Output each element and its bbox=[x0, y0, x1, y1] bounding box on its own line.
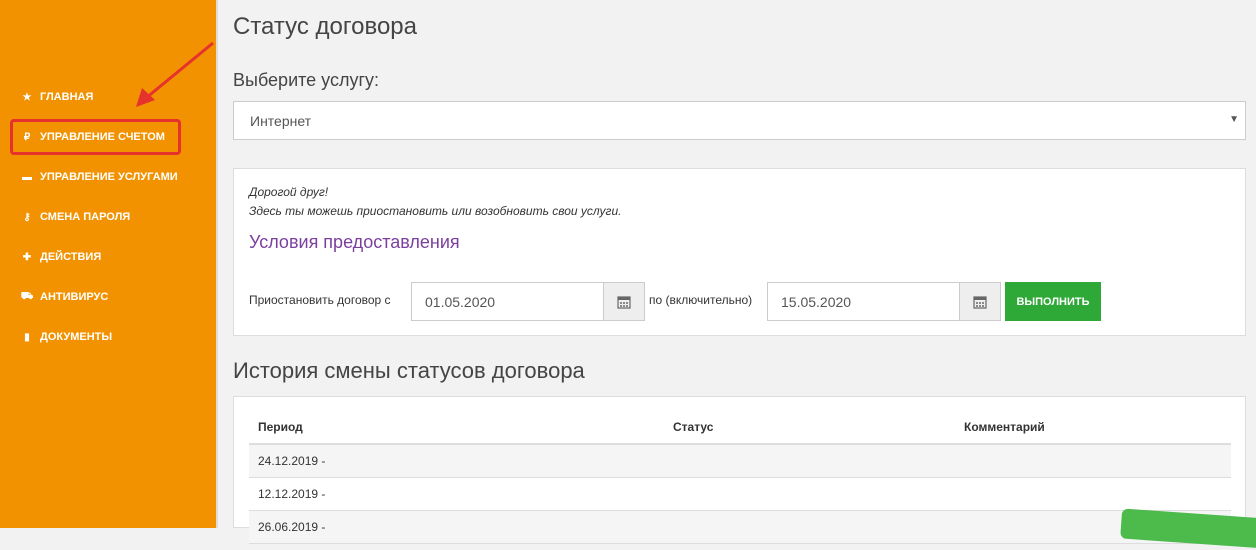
row-period: 12.12.2019 - bbox=[258, 487, 326, 501]
star-icon: ★ bbox=[22, 91, 32, 103]
from-date-field[interactable]: 01.05.2020 bbox=[411, 282, 645, 321]
service-select-value: Интернет bbox=[250, 112, 312, 129]
table-header: Период Статус Комментарий bbox=[249, 419, 1231, 445]
annotation-arrow-icon bbox=[136, 41, 214, 107]
sidebar-item-services[interactable]: ▬ УПРАВЛЕНИЕ УСЛУГАМИ bbox=[0, 157, 218, 197]
service-select-label: Выберите услугу: bbox=[233, 70, 380, 90]
sidebar-item-label: АНТИВИРУС bbox=[40, 291, 109, 303]
sidebar-item-label: ДЕЙСТВИЯ bbox=[40, 251, 102, 263]
from-date-label: Приостановить договор с bbox=[249, 293, 391, 307]
chevron-down-icon: ▼ bbox=[1229, 114, 1239, 125]
cart-icon: ⛟ bbox=[20, 290, 34, 302]
calendar-icon[interactable] bbox=[603, 283, 644, 320]
table-row: 12.12.2019 - bbox=[249, 478, 1231, 511]
sidebar-item-password[interactable]: ⚷ СМЕНА ПАРОЛЯ bbox=[0, 197, 218, 237]
to-date-label: по (включительно) bbox=[649, 293, 753, 307]
sidebar-item-antivirus[interactable]: ⛟ АНТИВИРУС bbox=[0, 277, 218, 317]
calendar-icon[interactable] bbox=[959, 283, 1000, 320]
sidebar-item-actions[interactable]: ✚ ДЕЙСТВИЯ bbox=[0, 237, 218, 277]
briefcase-icon: ▬ bbox=[22, 171, 32, 183]
column-header-period: Период bbox=[258, 420, 303, 434]
plus-icon: ✚ bbox=[22, 251, 32, 263]
sidebar-item-label: СМЕНА ПАРОЛЯ bbox=[40, 211, 131, 223]
sidebar-item-label: УПРАВЛЕНИЕ УСЛУГАМИ bbox=[40, 171, 178, 183]
suspend-panel: Дорогой друг! Здесь ты можешь приостанов… bbox=[233, 168, 1246, 336]
from-date-value: 01.05.2020 bbox=[425, 293, 496, 310]
to-date-field[interactable]: 15.05.2020 bbox=[767, 282, 1001, 321]
sidebar: ★ ГЛАВНАЯ ₽ УПРАВЛЕНИЕ СЧЕТОМ ▬ УПРАВЛЕН… bbox=[0, 0, 218, 528]
info-text: Здесь ты можешь приостановить или возобн… bbox=[249, 204, 622, 218]
submit-button[interactable]: ВЫПОЛНИТЬ bbox=[1005, 282, 1101, 321]
greeting-text: Дорогой друг! bbox=[249, 185, 329, 199]
table-row: 24.12.2019 - bbox=[249, 445, 1231, 478]
sidebar-item-label: ДОКУМЕНТЫ bbox=[40, 331, 113, 343]
page-title: Статус договора bbox=[233, 13, 417, 40]
column-header-status: Статус bbox=[673, 420, 714, 434]
sidebar-item-documents[interactable]: ▮ ДОКУМЕНТЫ bbox=[0, 317, 218, 357]
key-icon: ⚷ bbox=[23, 211, 31, 223]
row-period: 26.06.2019 - bbox=[258, 520, 326, 534]
service-select[interactable]: Интернет ▼ bbox=[233, 101, 1246, 140]
row-period: 24.12.2019 - bbox=[258, 454, 326, 468]
conditions-link[interactable]: Условия предоставления bbox=[249, 232, 460, 253]
sidebar-item-label: ГЛАВНАЯ bbox=[40, 91, 94, 103]
history-title: История смены статусов договора bbox=[233, 358, 585, 383]
to-date-value: 15.05.2020 bbox=[781, 293, 852, 310]
history-table: Период Статус Комментарий 24.12.2019 - 1… bbox=[233, 396, 1246, 544]
column-header-comment: Комментарий bbox=[964, 420, 1045, 434]
highlight-box bbox=[10, 119, 181, 155]
document-icon: ▮ bbox=[24, 331, 30, 343]
